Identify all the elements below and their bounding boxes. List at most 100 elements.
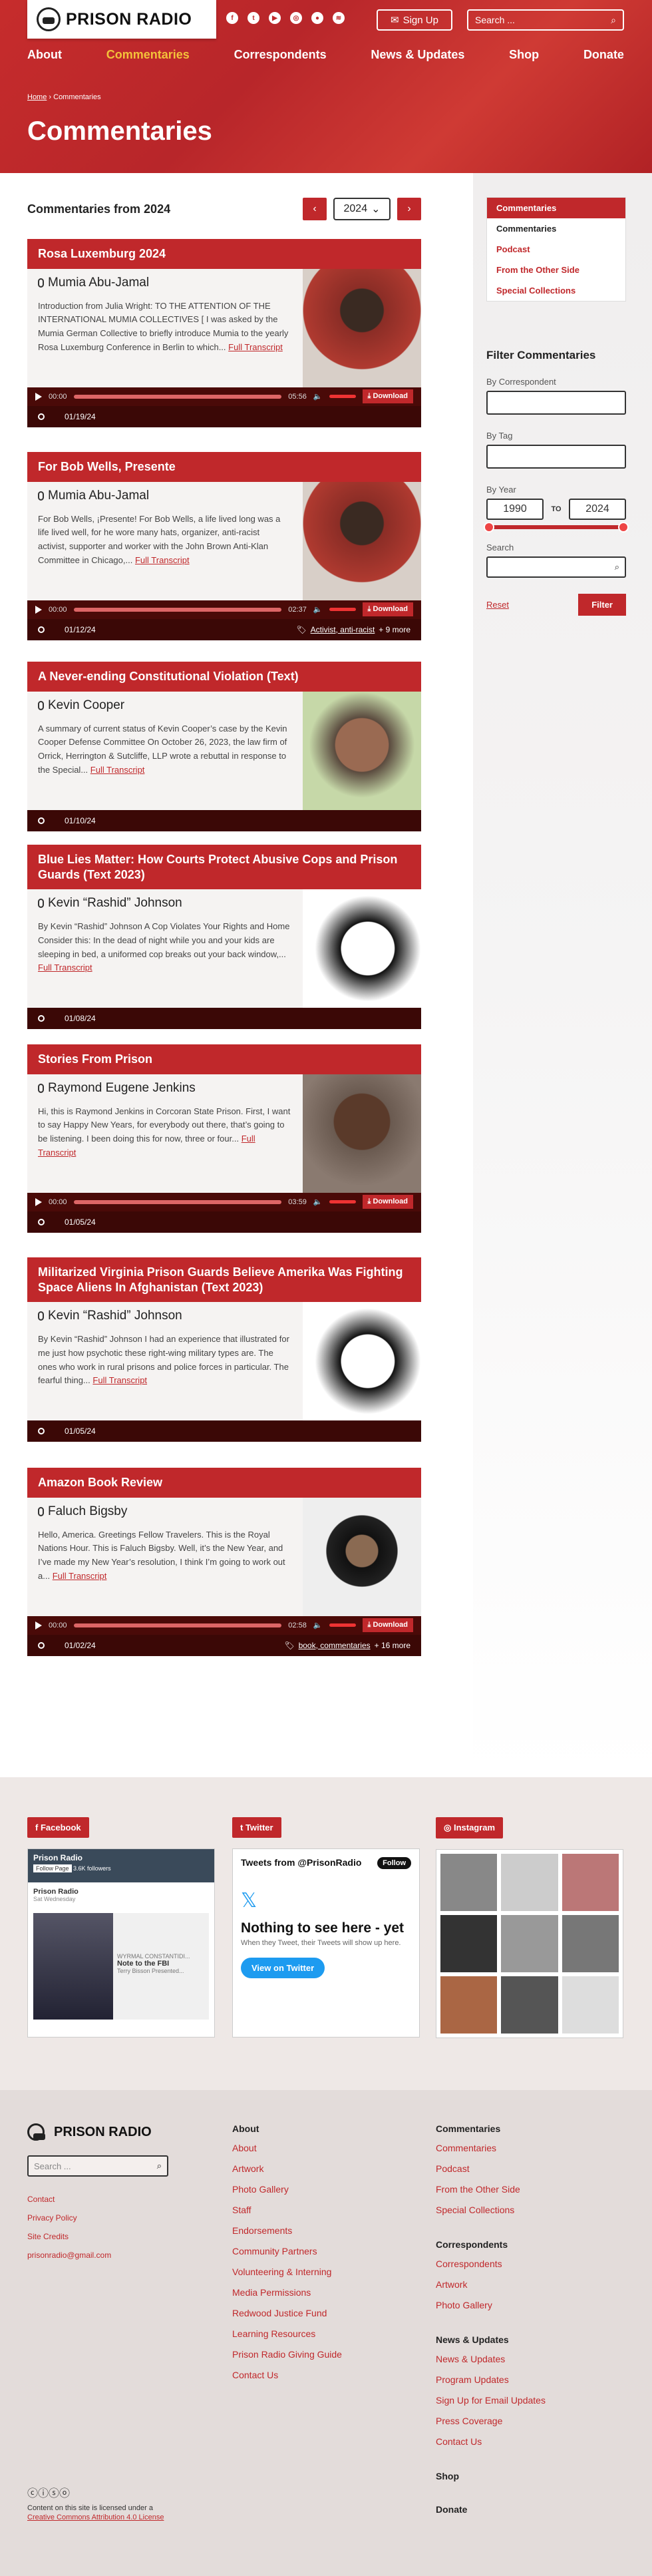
link-icon[interactable] [38,1428,45,1434]
reset-link[interactable]: Reset [486,600,509,610]
instagram-button[interactable]: ◎ Instagram [436,1817,504,1838]
footer-about-link[interactable]: Staff [232,2200,342,2221]
full-transcript-link[interactable]: Full Transcript [53,1571,107,1581]
link-icon[interactable] [38,1015,45,1022]
instagram-grid[interactable] [436,1849,623,2038]
footer-email[interactable]: prisonradio@gmail.com [27,2246,174,2264]
sidebar-item-podcast[interactable]: Podcast [487,239,625,260]
card-author[interactable]: Faluch Bigsby [48,1504,127,1519]
instagram-post[interactable] [501,1915,558,1972]
instagram-post[interactable] [440,1976,498,2034]
footer-news-link[interactable]: Press Coverage [436,2411,546,2432]
footer-contact[interactable]: Contact [27,2190,174,2209]
year-to-field[interactable]: 2024 [568,499,626,520]
card-title[interactable]: Rosa Luxemburg 2024 [27,239,421,269]
instagram-post[interactable] [440,1854,498,1911]
volume-icon[interactable]: 🔈 [313,1197,323,1206]
prev-year-button[interactable]: ‹ [303,198,327,220]
play-icon[interactable] [35,392,42,401]
range-handle-left[interactable] [484,522,494,533]
card-title[interactable]: Blue Lies Matter: How Courts Protect Abu… [27,845,421,889]
card-title[interactable]: For Bob Wells, Presente [27,452,421,482]
nav-about[interactable]: About [27,48,62,62]
card-author[interactable]: Kevin Cooper [48,698,124,713]
next-year-button[interactable]: › [397,198,421,220]
facebook-icon[interactable]: f [226,12,238,24]
sidebar-item-special[interactable]: Special Collections [487,280,625,301]
card-author[interactable]: Kevin “Rashid” Johnson [48,1309,182,1323]
full-transcript-link[interactable]: Full Transcript [38,963,92,972]
download-button[interactable]: ⤓ Download [362,1618,413,1632]
download-button[interactable]: ⤓ Download [362,1195,413,1209]
footer-corr-link[interactable]: Correspondents [436,2254,546,2274]
card-author[interactable]: Mumia Abu-Jamal [48,276,149,290]
play-icon[interactable] [35,1621,42,1629]
full-transcript-link[interactable]: Full Transcript [92,1375,147,1385]
facebook-button[interactable]: f Facebook [27,1817,89,1838]
footer-news-link[interactable]: Program Updates [436,2370,546,2390]
instagram-post[interactable] [562,1915,619,1972]
instagram-post[interactable] [501,1976,558,2034]
footer-credits[interactable]: Site Credits [27,2227,174,2246]
card-tags[interactable]: book, commentaries [299,1641,371,1650]
footer-corr-link[interactable]: Photo Gallery [436,2295,546,2316]
audio-progress[interactable] [73,394,282,399]
footer-comm-link[interactable]: Podcast [436,2159,546,2179]
sidebar-item-other-side[interactable]: From the Other Side [487,260,625,280]
filter-button[interactable]: Filter [578,594,626,616]
tag-field[interactable] [486,445,626,469]
footer-about-link[interactable]: Community Partners [232,2241,342,2262]
twitter-icon[interactable]: t [247,12,259,24]
footer-about-link[interactable]: Artwork [232,2159,342,2179]
footer-about-link[interactable]: Redwood Justice Fund [232,2303,342,2324]
twitter-follow-button[interactable]: Follow [377,1857,411,1869]
link-icon[interactable] [38,817,45,824]
fb-follow-button[interactable]: Follow Page [33,1864,72,1872]
card-author[interactable]: Mumia Abu-Jamal [48,489,149,503]
card-title[interactable]: Amazon Book Review [27,1468,421,1498]
nav-correspondents[interactable]: Correspondents [234,48,327,62]
volume-slider[interactable] [329,395,356,398]
link-icon[interactable] [38,626,45,633]
footer-news-link[interactable]: News & Updates [436,2349,546,2370]
footer-about-link[interactable]: Endorsements [232,2221,342,2241]
full-transcript-link[interactable]: Full Transcript [90,765,145,775]
instagram-post[interactable] [562,1854,619,1911]
nav-shop[interactable]: Shop [509,48,539,62]
filter-search-input[interactable]: ⌕ [486,556,626,578]
header-search-input[interactable]: Search ... ⌕ [467,9,624,31]
footer-about-link[interactable]: Volunteering & Interning [232,2262,342,2282]
twitter-button[interactable]: t Twitter [232,1817,281,1838]
footer-privacy[interactable]: Privacy Policy [27,2209,174,2227]
correspondent-field[interactable] [486,391,626,415]
audio-progress[interactable] [73,1199,282,1204]
link-icon[interactable] [38,413,45,420]
footer-about-link[interactable]: Contact Us [232,2365,342,2386]
sidebar-item-commentaries[interactable]: Commentaries [487,218,625,239]
instagram-post[interactable] [440,1915,498,1972]
download-button[interactable]: ⤓ Download [362,602,413,616]
instagram-post[interactable] [501,1854,558,1911]
nav-donate[interactable]: Donate [583,48,624,62]
footer-comm-link[interactable]: From the Other Side [436,2179,546,2200]
footer-about-link[interactable]: About [232,2138,342,2159]
sign-up-button[interactable]: ✉ Sign Up [377,9,452,31]
instagram-icon[interactable]: ◎ [290,12,302,24]
podcast-icon[interactable]: ● [311,12,323,24]
volume-icon[interactable]: 🔈 [313,1621,323,1629]
range-handle-right[interactable] [618,522,629,533]
nav-commentaries[interactable]: Commentaries [106,48,190,62]
play-icon[interactable] [35,605,42,614]
card-author[interactable]: Kevin “Rashid” Johnson [48,896,182,911]
twitter-embed[interactable]: Tweets from @PrisonRadio Follow 𝕏 Nothin… [232,1848,420,2038]
footer-news-link[interactable]: Contact Us [436,2432,546,2452]
full-transcript-link[interactable]: Full Transcript [135,555,190,565]
footer-about-link[interactable]: Learning Resources [232,2324,342,2344]
license-link[interactable]: Creative Commons Attribution 4.0 License [27,2512,174,2523]
volume-icon[interactable]: 🔈 [313,392,323,401]
card-title[interactable]: Militarized Virginia Prison Guards Belie… [27,1257,421,1302]
footer-corr-link[interactable]: Artwork [436,2274,546,2295]
card-title[interactable]: Stories From Prison [27,1044,421,1074]
link-icon[interactable] [38,1218,45,1225]
footer-about-link[interactable]: Photo Gallery [232,2179,342,2200]
